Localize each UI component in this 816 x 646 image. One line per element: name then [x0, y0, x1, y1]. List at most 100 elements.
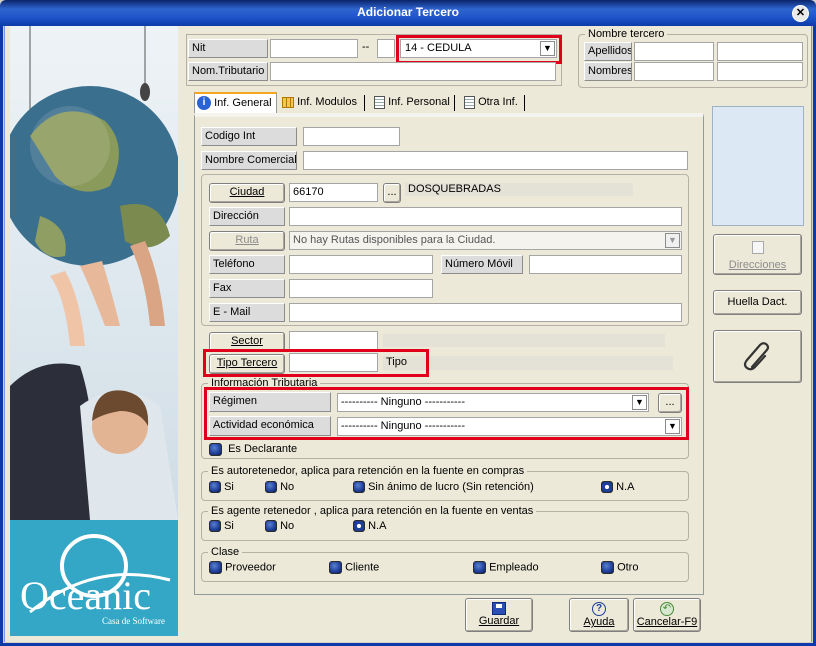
checkbox-icon [473, 561, 486, 574]
clase-cliente-label: Cliente [345, 561, 380, 574]
undo-icon: ↶ [660, 602, 674, 616]
agente-legend: Es agente retenedor , aplica para retenc… [208, 505, 537, 517]
ruta-button-label: Ruta [235, 234, 259, 246]
clase-empleado-checkbox[interactable]: Empleado [473, 561, 539, 574]
tab-inf-general[interactable]: i Inf. General [194, 92, 277, 113]
apellido1-input[interactable] [634, 42, 714, 61]
huella-label: Huella Dact. [727, 296, 788, 308]
nom-tributario-input[interactable] [270, 62, 556, 81]
radio-icon [265, 481, 277, 494]
sector-button-label: Sector [231, 335, 263, 347]
agente-no-radio[interactable]: No [265, 520, 295, 533]
ruta-value: No hay Rutas disponibles para la Ciudad. [293, 234, 496, 246]
clase-cliente-checkbox[interactable]: Cliente [329, 561, 379, 574]
autoretenedor-legend: Es autoretenedor, aplica para retención … [208, 465, 528, 477]
grid-icon [282, 96, 294, 108]
nombres-label: Nombres [584, 62, 632, 81]
fax-input[interactable] [289, 279, 433, 298]
close-button[interactable]: ✕ [792, 5, 809, 22]
radio-selected-icon [353, 520, 365, 533]
address-book-icon [751, 241, 764, 254]
sector-button[interactable]: Sector [209, 332, 285, 352]
info-icon: i [197, 96, 211, 111]
autoretenedor-no-label: No [280, 481, 295, 493]
tab-divider [454, 95, 455, 111]
tipo-tercero-button[interactable]: Tipo Tercero [209, 354, 285, 374]
huella-button[interactable]: Huella Dact. [713, 290, 802, 315]
codigo-int-input[interactable] [303, 127, 400, 146]
nombre1-input[interactable] [634, 62, 714, 81]
chevron-down-icon: ▼ [665, 233, 680, 248]
logo-brand-text: Oceanic [20, 573, 152, 618]
direccion-input[interactable] [289, 207, 682, 226]
agente-na-radio[interactable]: N.A [353, 520, 387, 533]
document-icon [374, 95, 385, 109]
attach-button[interactable] [713, 330, 802, 383]
document-icon [464, 95, 475, 109]
autoretenedor-si-radio[interactable]: Si [209, 481, 234, 494]
ciudad-browse-button[interactable]: ... [383, 183, 401, 203]
cancelar-label: Cancelar-F9 [636, 616, 698, 628]
ayuda-button[interactable]: ? Ayuda [569, 598, 629, 632]
cancelar-button[interactable]: ↶ Cancelar-F9 [633, 598, 701, 632]
direcciones-label: Direcciones [728, 259, 787, 271]
agente-si-radio[interactable]: Si [209, 520, 234, 533]
apellidos-label: Apellidos [584, 42, 632, 61]
ciudad-code-input[interactable]: 66170 [289, 183, 378, 202]
window-title: Adicionar Tercero [357, 5, 459, 19]
autoretenedor-na-radio[interactable]: N.A [601, 481, 634, 494]
regimen-value: ---------- Ninguno ----------- [341, 396, 466, 408]
movil-input[interactable] [529, 255, 682, 274]
clase-proveedor-checkbox[interactable]: Proveedor [209, 561, 276, 574]
tab-inf-personal[interactable]: Inf. Personal [372, 93, 454, 114]
movil-label: Número Móvil [441, 255, 523, 274]
radio-icon [209, 520, 221, 533]
radio-icon [353, 481, 365, 494]
email-input[interactable] [289, 303, 682, 322]
nit-input[interactable] [270, 39, 358, 58]
radio-icon [209, 481, 221, 494]
nombre-comercial-input[interactable] [303, 151, 688, 170]
direcciones-button[interactable]: Direcciones [713, 234, 802, 275]
tab-otra-inf[interactable]: Otra Inf. [462, 93, 522, 114]
nombre-tercero-legend: Nombre tercero [585, 28, 668, 40]
actividad-select[interactable]: ---------- Ninguno ----------- ▼ [337, 417, 682, 436]
regimen-browse-button[interactable]: ... [658, 393, 682, 413]
ciudad-button[interactable]: Ciudad [209, 183, 285, 203]
telefono-input[interactable] [289, 255, 433, 274]
autoretenedor-no-radio[interactable]: No [265, 481, 295, 494]
checkbox-icon [209, 443, 222, 456]
tab-inf-modulos[interactable]: Inf. Modulos [280, 93, 361, 114]
nombre2-input[interactable] [717, 62, 803, 81]
autoretenedor-sin-animo-radio[interactable]: Sin ánimo de lucro (Sin retención) [353, 481, 534, 494]
autoretenedor-sin-animo-label: Sin ánimo de lucro (Sin retención) [368, 481, 534, 493]
chevron-down-icon[interactable]: ▼ [632, 395, 647, 410]
globe-hands-illustration [10, 26, 178, 520]
chevron-down-icon[interactable]: ▼ [665, 419, 680, 434]
actividad-value: ---------- Ninguno ----------- [341, 420, 466, 432]
doc-type-select[interactable]: 14 - CEDULA ▼ [400, 39, 557, 58]
ciudad-button-label: Ciudad [229, 186, 265, 198]
clase-otro-checkbox[interactable]: Otro [601, 561, 638, 574]
checkbox-icon [329, 561, 342, 574]
dv-input[interactable] [377, 39, 395, 58]
agente-no-label: No [280, 520, 295, 532]
ayuda-label: Ayuda [583, 616, 615, 628]
nombre-comercial-label: Nombre Comercial1 [201, 151, 297, 170]
declarante-label: Es Declarante [228, 443, 298, 456]
sector-input[interactable] [289, 331, 378, 350]
tab-otra-inf-label: Otra Inf. [478, 96, 518, 108]
guardar-button[interactable]: Guardar [465, 598, 533, 632]
agente-na-label: N.A [368, 520, 387, 532]
autoretenedor-si-label: Si [224, 481, 234, 493]
tipo-description: Tipo [383, 356, 673, 370]
tipo-tercero-input[interactable] [289, 353, 378, 372]
tributaria-legend: Información Tributaria [208, 377, 321, 389]
ruta-select: No hay Rutas disponibles para la Ciudad.… [289, 231, 682, 250]
paperclip-icon [743, 342, 769, 371]
ruta-button: Ruta [209, 231, 285, 251]
regimen-select[interactable]: ---------- Ninguno ----------- ▼ [337, 393, 649, 412]
apellido2-input[interactable] [717, 42, 803, 61]
declarante-checkbox[interactable]: Es Declarante [209, 443, 297, 456]
chevron-down-icon[interactable]: ▼ [540, 41, 555, 56]
